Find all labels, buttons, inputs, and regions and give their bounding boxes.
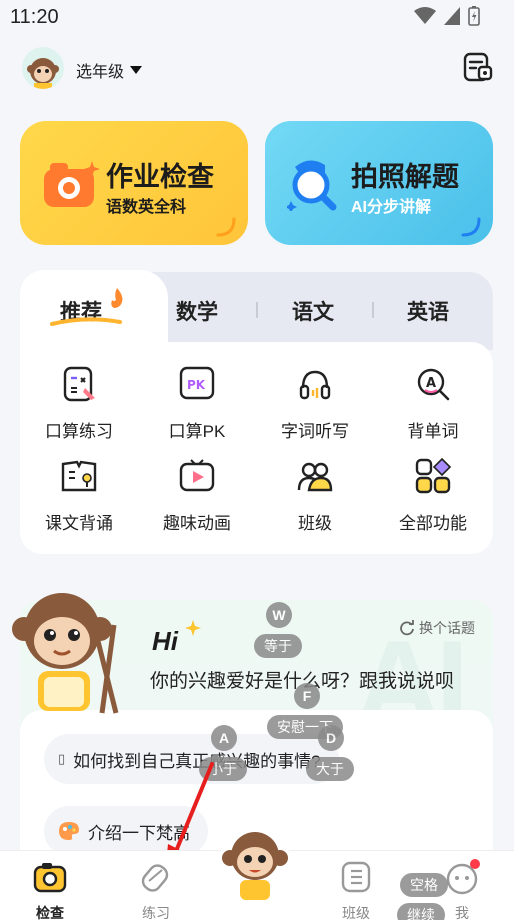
card-subtitle: AI分步讲解 bbox=[351, 199, 432, 216]
decor-arc-icon bbox=[461, 217, 481, 237]
all-apps-icon bbox=[415, 457, 452, 494]
key-label-continue: 继续 bbox=[397, 903, 445, 920]
headphones-icon bbox=[299, 370, 331, 400]
key-hint-d: D bbox=[318, 725, 344, 751]
feature-vocab[interactable]: A 背单词 bbox=[374, 364, 492, 442]
card-title: 拍照解题 bbox=[351, 162, 459, 192]
book-recite-icon bbox=[61, 460, 97, 492]
feature-dictation[interactable]: 字词听写 bbox=[256, 364, 374, 442]
nav-practice[interactable]: 练习 bbox=[116, 859, 196, 920]
suggestion-glyph: ▯ bbox=[58, 751, 66, 766]
calc-practice-icon bbox=[63, 366, 95, 402]
flame-icon bbox=[111, 288, 123, 308]
chat-greeting: Hi bbox=[152, 626, 178, 656]
key-hint-f: F bbox=[294, 683, 320, 709]
feature-all[interactable]: 全部功能 bbox=[374, 456, 492, 534]
feature-label: 背单词 bbox=[407, 422, 459, 441]
key-hint-a: A bbox=[211, 725, 237, 751]
feature-recite[interactable]: 课文背诵 bbox=[20, 456, 138, 534]
status-time: 11:20 bbox=[10, 6, 59, 28]
camera-nav-icon bbox=[33, 863, 67, 893]
face-nav-icon bbox=[446, 859, 480, 895]
battery-icon bbox=[468, 6, 480, 26]
key-label-space: 空格 bbox=[400, 873, 448, 897]
card-title: 作业检查 bbox=[106, 162, 214, 192]
class-nav-icon bbox=[341, 861, 371, 893]
nav-label: 检查 bbox=[36, 905, 64, 920]
feature-label: 趣味动画 bbox=[163, 514, 231, 533]
grade-selector[interactable]: 选年级 bbox=[76, 58, 143, 82]
word-search-icon: A bbox=[417, 368, 450, 401]
feature-label: 口算练习 bbox=[45, 422, 113, 441]
feature-class[interactable]: 班级 bbox=[256, 456, 374, 534]
svg-text:PK: PK bbox=[187, 378, 206, 392]
tab-divider bbox=[256, 302, 258, 318]
pk-icon: PK bbox=[179, 366, 215, 400]
switch-topic-button[interactable]: 换个话题 bbox=[399, 618, 475, 638]
nav-label: 班级 bbox=[342, 905, 370, 920]
tab-divider bbox=[372, 302, 374, 318]
caret-down-icon bbox=[130, 66, 143, 74]
scan-record-icon[interactable] bbox=[462, 51, 494, 83]
nav-check[interactable]: 检查 bbox=[10, 859, 90, 920]
nav-class[interactable]: 班级 bbox=[316, 859, 396, 920]
ai-mascot-button[interactable] bbox=[218, 822, 292, 900]
function-panel: 推荐 数学 语文 英语 口算练习 PK 口算PK 字词听写 A 背单词 课文背诵 bbox=[20, 270, 493, 554]
camera-icon bbox=[44, 161, 100, 207]
sparkle-icon bbox=[185, 620, 201, 636]
nav-label: 练习 bbox=[142, 905, 170, 920]
key-label-equal: 等于 bbox=[254, 634, 302, 658]
feature-calc-pk[interactable]: PK 口算PK bbox=[138, 364, 256, 442]
photo-solve-card[interactable]: 拍照解题 AI分步讲解 bbox=[265, 121, 493, 245]
card-subtitle: 语数英全科 bbox=[106, 199, 187, 216]
wifi-icon bbox=[414, 7, 436, 24]
grade-label: 选年级 bbox=[76, 64, 125, 81]
switch-topic-label: 换个话题 bbox=[419, 620, 475, 636]
tab-english[interactable]: 英语 bbox=[407, 296, 449, 326]
monkey-mascot-icon bbox=[12, 593, 119, 714]
key-hint-w: W bbox=[266, 602, 292, 628]
top-bar: 选年级 bbox=[0, 44, 514, 94]
feature-label: 口算PK bbox=[168, 422, 226, 441]
status-bar: 11:20 bbox=[0, 0, 514, 36]
class-group-icon bbox=[297, 462, 333, 492]
palette-icon bbox=[59, 822, 79, 840]
status-icons bbox=[414, 6, 480, 26]
key-label-greater: 大于 bbox=[306, 757, 354, 781]
svg-text:A: A bbox=[426, 376, 436, 391]
video-play-icon bbox=[179, 459, 215, 492]
tab-math[interactable]: 数学 bbox=[176, 296, 218, 326]
feature-label: 课文背诵 bbox=[45, 514, 113, 533]
pencil-nav-icon bbox=[141, 864, 169, 892]
decor-arc-icon bbox=[216, 217, 236, 237]
feature-calc-practice[interactable]: 口算练习 bbox=[20, 364, 138, 442]
feature-label: 字词听写 bbox=[281, 422, 349, 441]
tab-underline bbox=[50, 317, 122, 326]
homework-check-card[interactable]: 作业检查 语数英全科 bbox=[20, 121, 248, 245]
refresh-icon bbox=[400, 620, 414, 636]
avatar[interactable] bbox=[22, 47, 64, 89]
signal-icon bbox=[444, 7, 460, 25]
feature-grid: 口算练习 PK 口算PK 字词听写 A 背单词 课文背诵 趣味动画 班级 全部功… bbox=[20, 342, 493, 554]
feature-label: 全部功能 bbox=[399, 514, 467, 533]
feature-label: 班级 bbox=[298, 514, 332, 533]
feature-animation[interactable]: 趣味动画 bbox=[138, 456, 256, 534]
tab-chinese[interactable]: 语文 bbox=[292, 296, 334, 326]
magnifier-icon bbox=[287, 160, 337, 211]
